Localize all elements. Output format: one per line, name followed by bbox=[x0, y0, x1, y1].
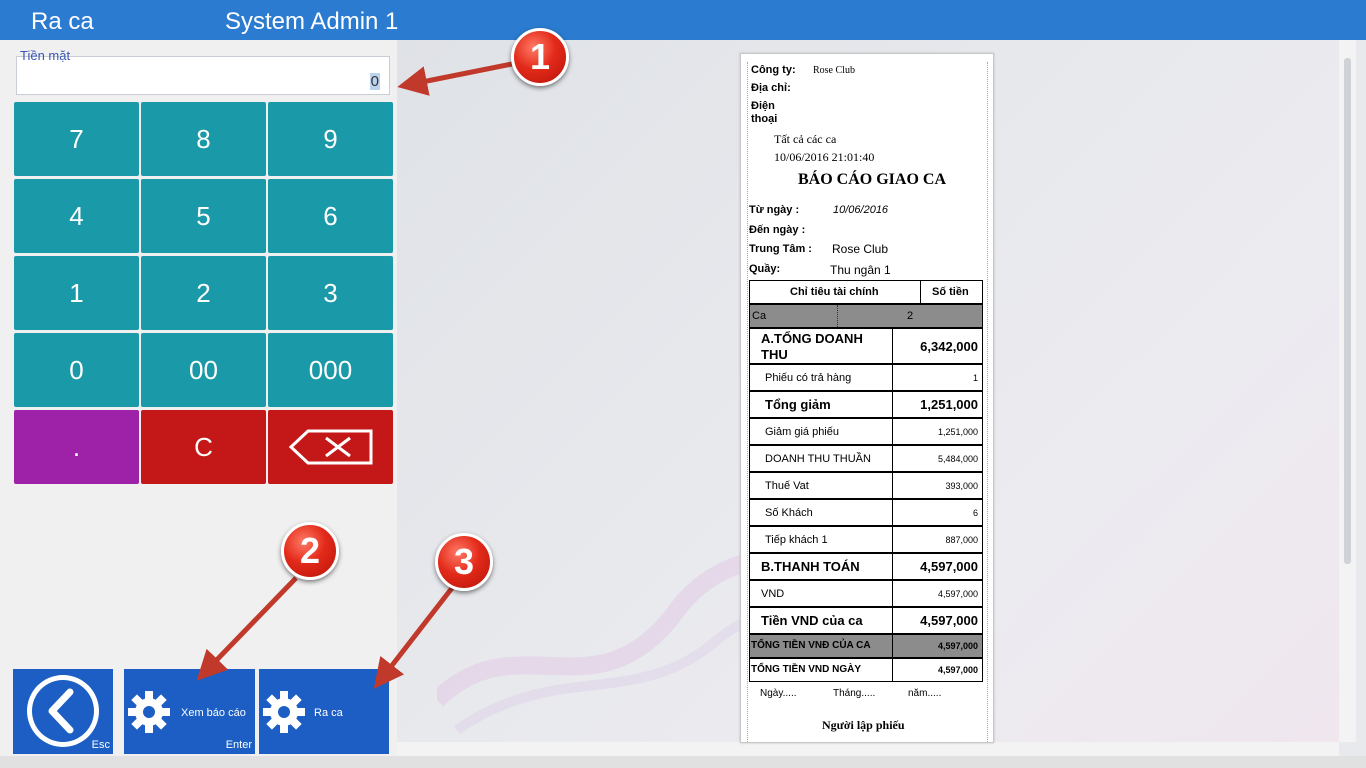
annotation-arrows bbox=[196, 61, 513, 689]
arrow-2 bbox=[196, 576, 298, 681]
step-marker-1: 1 bbox=[511, 28, 569, 86]
arrow-1 bbox=[397, 61, 513, 96]
step-marker-2: 2 bbox=[281, 522, 339, 580]
arrow-3 bbox=[373, 586, 454, 689]
step-marker-3: 3 bbox=[435, 533, 493, 591]
